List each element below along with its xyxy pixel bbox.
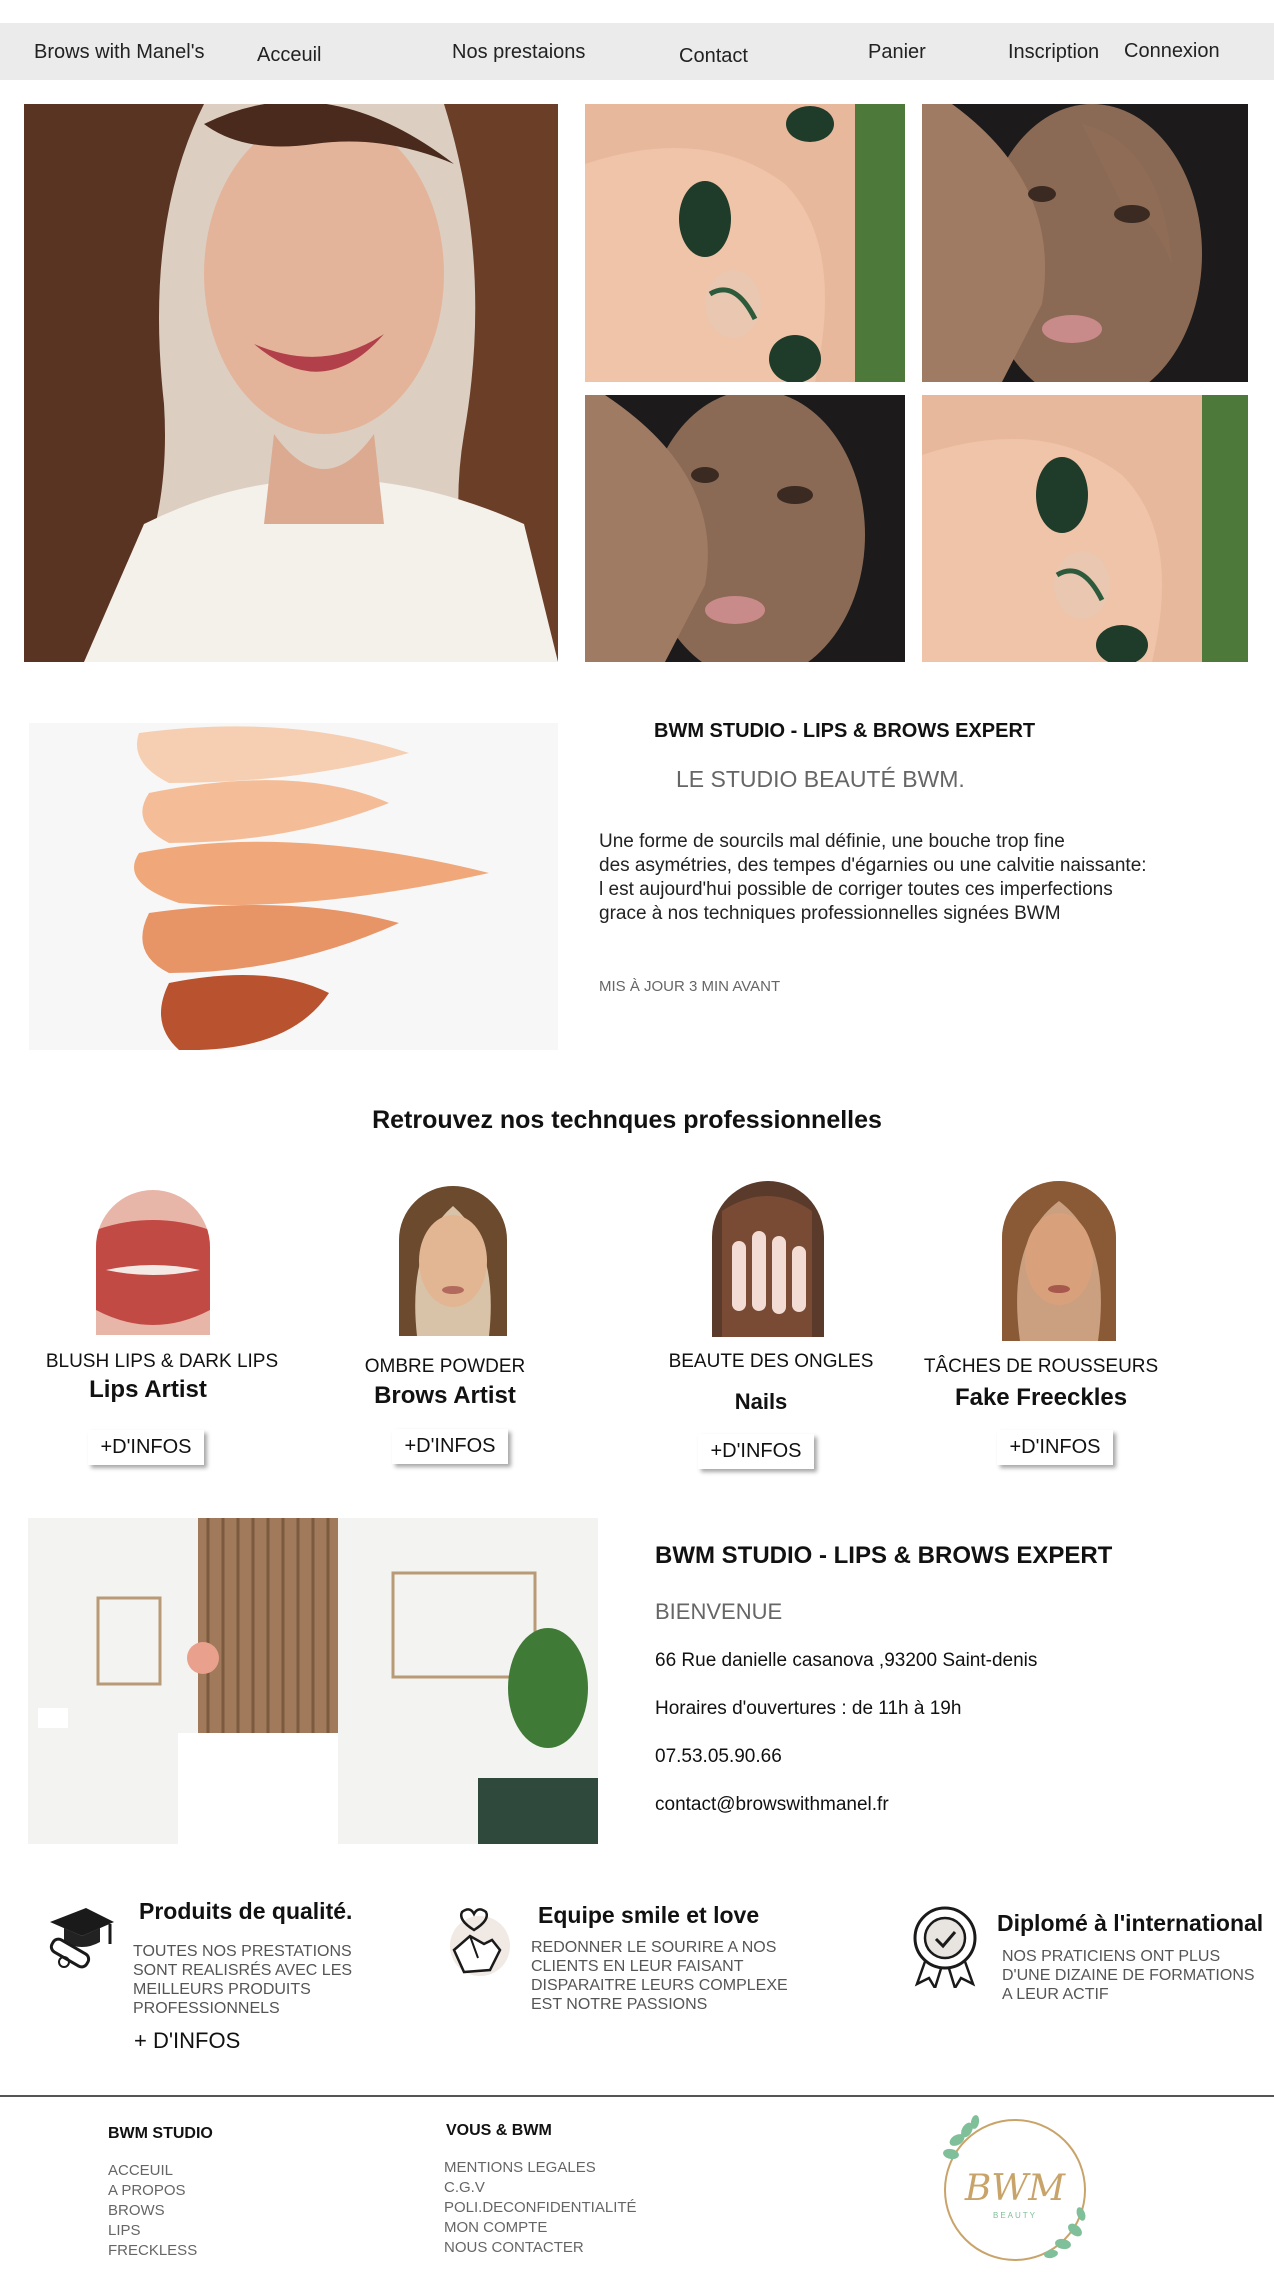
nails-green-image-1 (585, 104, 905, 382)
lips-more-info-button[interactable]: +D'INFOS (88, 1430, 204, 1465)
footer-link-freckless[interactable]: FRECKLESS (108, 2241, 197, 2261)
footer-link-apropos[interactable]: A PROPOS (108, 2181, 197, 2201)
contact-email[interactable]: contact@browswithmanel.fr (655, 1794, 889, 1816)
service-category-brows: OMBRE POWDER (364, 1356, 526, 1377)
quality-more-info-link[interactable]: + D'INFOS (134, 2028, 240, 2054)
logo-text: BWM (964, 2168, 1066, 2209)
graduation-cap-icon (42, 1900, 118, 1976)
woman-hands-face-image-2 (585, 395, 905, 662)
nails-service-image (712, 1181, 824, 1337)
feature-desc-diploma: NOS PRATICIENS ONT PLUS D'UNE DIZAINE DE… (1002, 1947, 1262, 2004)
bwm-beauty-logo: BWM BEAUTY (935, 2110, 1095, 2270)
feature-desc-line: NOS PRATICIENS ONT PLUS (1002, 1948, 1221, 1965)
feature-desc-line: D'UNE DIZAINE DE FORMATIONS (1002, 1967, 1255, 1984)
feature-desc-team: REDONNER LE SOURIRE A NOS CLIENTS EN LEU… (531, 1938, 791, 2014)
service-name-lips: Lips Artist (89, 1376, 207, 1403)
brows-more-info-button[interactable]: +D'INFOS (392, 1429, 508, 1464)
nails-more-info-button[interactable]: +D'INFOS (698, 1434, 814, 1469)
award-badge-icon (905, 1904, 985, 1992)
footer-divider (0, 2095, 1274, 2097)
footer-link-acceuil[interactable]: ACCEUIL (108, 2161, 197, 2181)
nav-item-contact[interactable]: Contact (679, 45, 748, 68)
footer-col2-links: MENTIONS LEGALES C.G.V POLI.DECONFIDENTI… (444, 2158, 637, 2258)
footer-link-cgv[interactable]: C.G.V (444, 2178, 637, 2198)
nav-brand[interactable]: Brows with Manel's (34, 41, 205, 64)
footer-link-confidentialite[interactable]: POLI.DECONFIDENTIALITÉ (444, 2198, 637, 2218)
nav-item-prestations[interactable]: Nos prestaions (452, 41, 585, 64)
feature-title-quality: Produits de qualité. (139, 1898, 353, 1924)
service-category-nails: BEAUTE DES ONGLES (668, 1351, 874, 1372)
footer-col1-title: BWM STUDIO (108, 2125, 213, 2142)
feature-desc-line: A LEUR ACTIF (1002, 1986, 1109, 2003)
footer-link-mentions[interactable]: MENTIONS LEGALES (444, 2158, 637, 2178)
logo-subtext: BEAUTY (993, 2211, 1037, 2220)
feature-desc-line: CLIENTS EN LEUR FAISANT (531, 1958, 744, 1975)
footer-col2-title: VOUS & BWM (446, 2122, 552, 2139)
feature-desc-line: EST NOTRE PASSIONS (531, 1996, 708, 2013)
about-paragraph: Une forme de sourcils mal définie, une b… (599, 830, 1147, 926)
contact-hours: Horaires d'ouvertures : de 11h à 19h (655, 1698, 962, 1719)
feature-desc-line: REDONNER LE SOURIRE A NOS (531, 1939, 777, 1956)
studio-interior-image (28, 1518, 598, 1844)
feature-title-diploma: Diplomé à l'international (997, 1910, 1264, 1936)
service-name-nails[interactable]: Nails (640, 1389, 882, 1415)
freckles-more-info-button[interactable]: +D'INFOS (997, 1430, 1113, 1465)
service-category-lips: BLUSH LIPS & DARK LIPS (45, 1351, 279, 1372)
about-paragraph-line: l est aujourd'hui possible de corriger t… (599, 879, 1113, 900)
footer-link-lips[interactable]: LIPS (108, 2221, 197, 2241)
about-subheading: LE STUDIO BEAUTÉ BWM. (676, 766, 965, 792)
nails-green-image-2 (922, 395, 1248, 662)
about-paragraph-line: grace à nos techniques professionnelles … (599, 903, 1061, 924)
feature-desc-line: PROFESSIONNELS (133, 2000, 280, 2017)
footer-link-brows[interactable]: BROWS (108, 2201, 197, 2221)
footer-link-compte[interactable]: MON COMPTE (444, 2218, 637, 2238)
nav-item-panier[interactable]: Panier (868, 41, 926, 64)
footer-link-contacter[interactable]: NOUS CONTACTER (444, 2238, 637, 2258)
brows-service-image (399, 1186, 507, 1336)
services-title: Retrouvez nos technques professionnelles (372, 1106, 882, 1134)
feature-desc-line: TOUTES NOS PRESTATIONS (133, 1943, 352, 1960)
contact-welcome: BIENVENUE (655, 1599, 783, 1624)
contact-phone[interactable]: 07.53.05.90.66 (655, 1746, 782, 1768)
contact-address: 66 Rue danielle casanova ,93200 Saint-de… (655, 1650, 1038, 1671)
footer-col1-links: ACCEUIL A PROPOS BROWS LIPS FRECKLESS (108, 2161, 197, 2261)
service-category-freckles: TÂCHES DE ROUSSEURS (923, 1356, 1159, 1377)
feature-desc-line: MEILLEURS PRODUITS (133, 1981, 311, 1998)
feature-desc-line: SONT REALISRÉS AVEC LES (133, 1962, 353, 1979)
foundation-swatches-image (29, 723, 558, 1050)
heart-hand-icon (440, 1906, 514, 1980)
nav-item-acceuil[interactable]: Acceuil (257, 44, 321, 67)
nav-item-connexion[interactable]: Connexion (1124, 40, 1220, 63)
lips-service-image (96, 1190, 210, 1335)
feature-desc-line: DISPARAITRE LEURS COMPLEXE (531, 1977, 788, 1994)
woman-hands-face-image-1 (922, 104, 1248, 382)
about-paragraph-line: des asymétries, des tempes d'égarnies ou… (599, 855, 1147, 876)
service-name-freckles: Fake Freeckles (954, 1384, 1128, 1411)
updated-timestamp: MIS À JOUR 3 MIN AVANT (599, 978, 781, 995)
freckles-service-image (1002, 1181, 1116, 1341)
top-navbar: Brows with Manel's Acceuil Nos prestaion… (0, 23, 1274, 80)
about-heading: BWM STUDIO - LIPS & BROWS EXPERT (654, 720, 1036, 742)
hero-woman-smiling-image (24, 104, 558, 662)
nav-item-inscription[interactable]: Inscription (1008, 41, 1099, 64)
about-paragraph-line: Une forme de sourcils mal définie, une b… (599, 831, 1065, 852)
service-name-brows: Brows Artist (374, 1382, 516, 1409)
feature-desc-quality: TOUTES NOS PRESTATIONS SONT REALISRÉS AV… (133, 1942, 373, 2018)
feature-title-team: Equipe smile et love (538, 1902, 760, 1928)
contact-heading: BWM STUDIO - LIPS & BROWS EXPERT (655, 1542, 1113, 1569)
